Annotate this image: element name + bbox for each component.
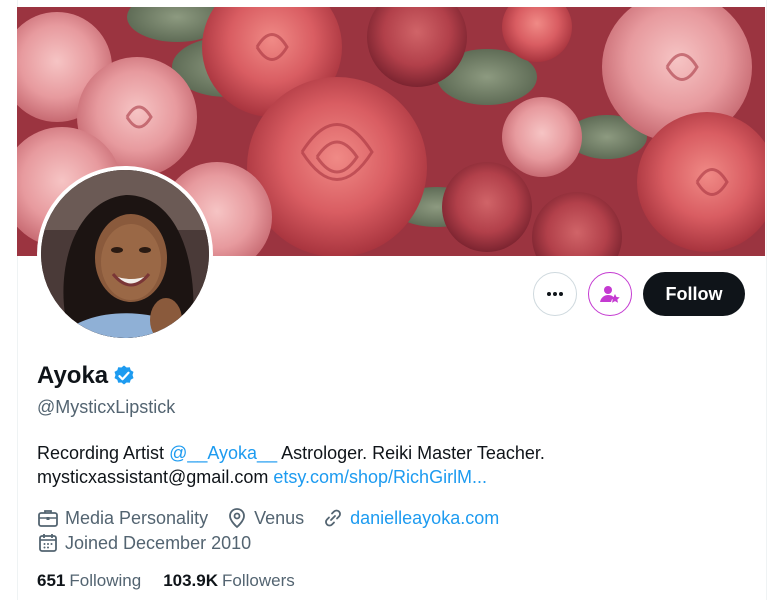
bio-shop-link[interactable]: etsy.com/shop/RichGirlM... bbox=[273, 467, 487, 487]
display-name: Ayoka bbox=[37, 362, 109, 389]
subscribe-button[interactable] bbox=[588, 272, 632, 316]
joined-label: Joined December 2010 bbox=[65, 532, 252, 553]
location-pin-icon bbox=[229, 508, 245, 529]
bio-mention-link[interactable]: @__Ayoka__ bbox=[169, 443, 277, 463]
following-count: 651 bbox=[37, 571, 66, 590]
bio-email: mysticxassistant@gmail.com bbox=[37, 467, 269, 487]
more-options-button[interactable] bbox=[533, 272, 577, 316]
profile-stats: 651 Following 103.9K Followers bbox=[37, 571, 317, 591]
follow-button[interactable]: Follow bbox=[643, 272, 745, 316]
followers-label: Followers bbox=[222, 571, 295, 590]
profile-joined: Joined December 2010 bbox=[37, 532, 251, 554]
briefcase-icon bbox=[38, 510, 58, 527]
profile-bio: Recording Artist @__Ayoka__ Astrologer. … bbox=[37, 441, 737, 489]
profile-location: Venus bbox=[226, 507, 304, 529]
followers-count: 103.9K bbox=[163, 571, 219, 590]
link-icon bbox=[325, 509, 342, 527]
website-link[interactable]: danielleayoka.com bbox=[350, 508, 499, 529]
profile-handle: @MysticxLipstick bbox=[37, 397, 176, 417]
calendar-icon bbox=[39, 534, 57, 552]
user-star-icon bbox=[600, 286, 620, 303]
more-horizontal-icon bbox=[547, 292, 563, 296]
bio-text: Astrologer. Reiki Master Teacher. bbox=[277, 443, 545, 463]
following-link[interactable]: 651 Following bbox=[37, 571, 141, 591]
bio-text: Recording Artist bbox=[37, 443, 170, 463]
profile-category: Media Personality bbox=[37, 507, 208, 529]
profile-joined-row: Joined December 2010 bbox=[37, 532, 269, 554]
following-label: Following bbox=[69, 571, 142, 590]
avatar-photo bbox=[41, 170, 209, 338]
profile-name-row: Ayoka bbox=[37, 362, 136, 390]
profile-meta-row: Media Personality Venus danielleayoka.co… bbox=[37, 507, 517, 529]
category-label: Media Personality bbox=[65, 507, 209, 528]
followers-link[interactable]: 103.9K Followers bbox=[163, 571, 295, 591]
verified-badge-icon[interactable] bbox=[112, 364, 136, 388]
profile-avatar[interactable] bbox=[37, 166, 213, 342]
location-label: Venus bbox=[254, 507, 305, 528]
profile-website[interactable]: danielleayoka.com bbox=[322, 507, 499, 529]
